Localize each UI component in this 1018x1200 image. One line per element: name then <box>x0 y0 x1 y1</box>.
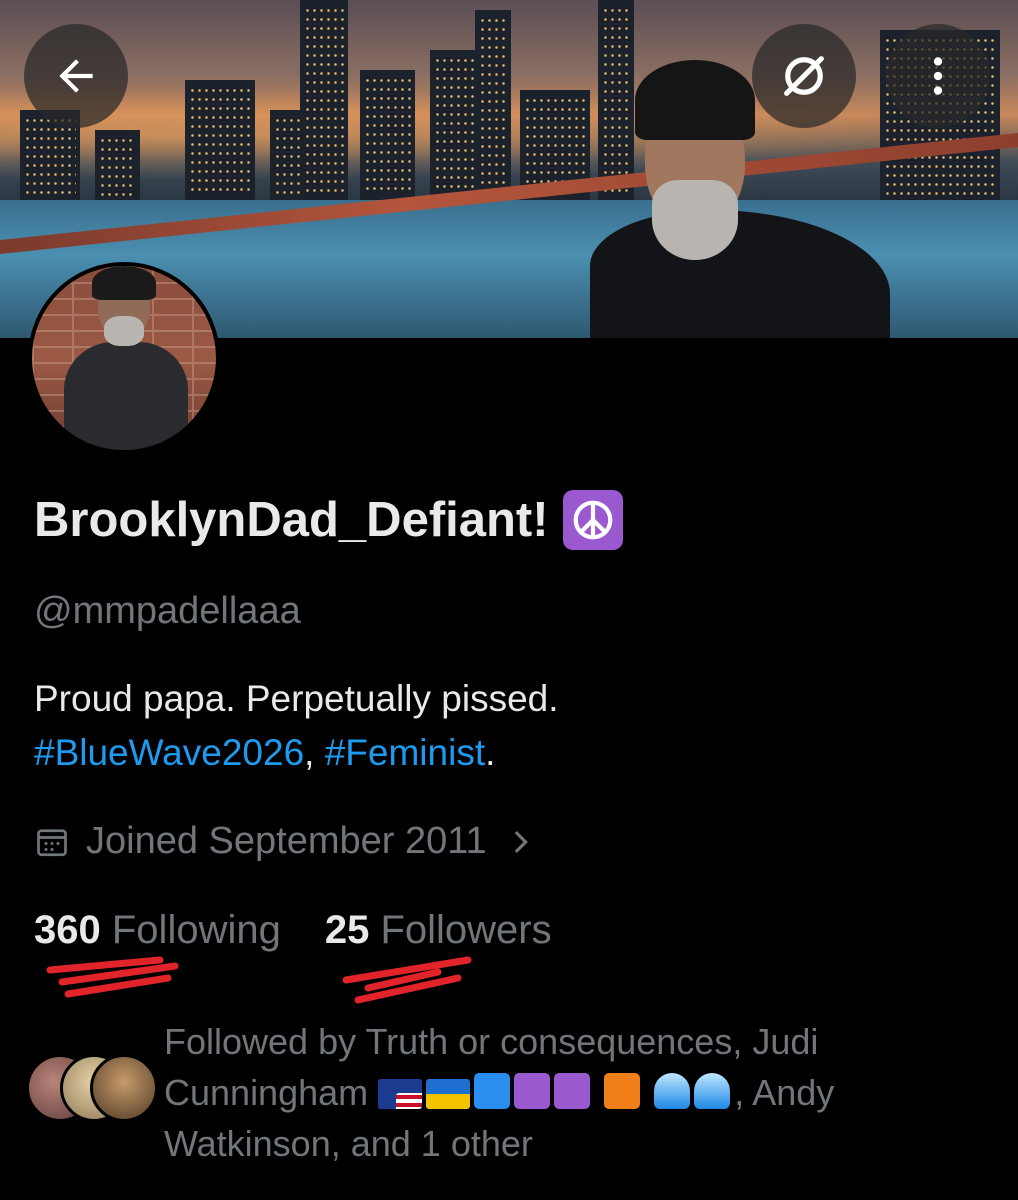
banner-building <box>95 130 140 200</box>
bio-separator: , <box>304 732 325 773</box>
slashed-circle-icon <box>784 56 824 96</box>
peace-icon <box>562 490 623 550</box>
arrow-left-icon <box>59 59 93 93</box>
orange-square-icon <box>604 1073 641 1109</box>
following-link[interactable]: 360 Following <box>34 908 281 953</box>
followers-label: Followers <box>380 908 552 952</box>
water-wave-icon <box>694 1073 731 1109</box>
hashtag-link[interactable]: #Feminist <box>325 732 485 773</box>
red-scribble <box>46 956 179 998</box>
us-flag-icon <box>378 1079 423 1109</box>
back-button[interactable] <box>24 24 128 128</box>
followers-link[interactable]: 25 Followers <box>325 908 552 953</box>
avatar <box>90 1054 158 1122</box>
hashtag-link[interactable]: #BlueWave2026 <box>34 732 304 773</box>
followers-count: 25 <box>324 908 370 952</box>
om-symbol-icon <box>514 1073 551 1109</box>
display-name: BrooklynDad_Defiant! <box>34 490 623 550</box>
star-of-david-icon <box>554 1073 591 1109</box>
bio-text: Proud papa. Perpetually pissed. <box>34 678 559 719</box>
banner-building <box>300 0 348 200</box>
following-label: Following <box>111 908 281 952</box>
banner-building <box>185 80 255 200</box>
profile-avatar[interactable] <box>28 262 220 454</box>
bio-end: . <box>485 732 496 773</box>
water-wave-icon <box>654 1073 691 1109</box>
red-scribble <box>342 956 472 1004</box>
follow-stats: 360 Following 25 Followers <box>34 908 552 953</box>
vertical-dots-icon <box>933 57 943 95</box>
follower-avatars <box>26 1054 158 1124</box>
following-count: 360 <box>34 908 101 952</box>
followed-by-row[interactable]: Followed by Truth or consequences, Judi … <box>26 1016 996 1169</box>
profile-handle: @mmpadellaaa <box>34 590 301 632</box>
calendar-icon <box>37 828 67 856</box>
chevron-right-icon <box>514 830 528 853</box>
display-name-text: BrooklynDad_Defiant! <box>34 493 549 547</box>
joined-text: Joined September 2011 <box>86 820 487 862</box>
more-options-button[interactable] <box>886 24 990 128</box>
joined-date-row[interactable]: Joined September 2011 <box>34 820 537 863</box>
ukraine-flag-icon <box>426 1079 471 1109</box>
grok-button[interactable] <box>752 24 856 128</box>
banner-building <box>475 10 511 200</box>
blue-square-icon <box>474 1073 511 1109</box>
profile-bio: Proud papa. Perpetually pissed. #BlueWav… <box>34 672 559 780</box>
banner-building <box>360 70 415 200</box>
followed-by-text: Followed by Truth or consequences, Judi … <box>164 1016 996 1169</box>
